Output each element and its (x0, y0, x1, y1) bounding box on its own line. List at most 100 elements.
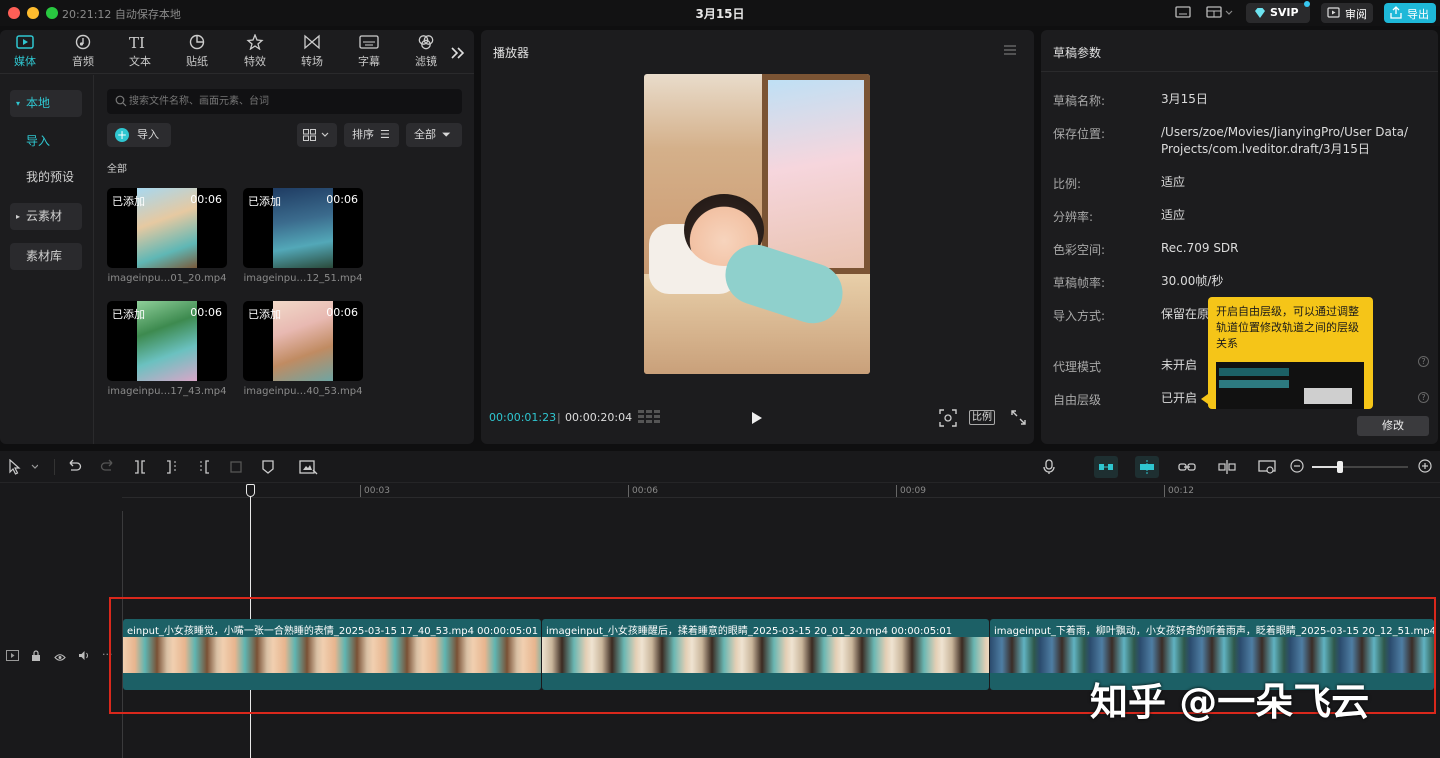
media-duration: 00:06 (326, 193, 358, 206)
review-button[interactable]: 审阅 (1321, 3, 1373, 23)
section-all-label: 全部 (107, 164, 127, 175)
view-toggle-button[interactable] (297, 123, 337, 147)
close-window-button[interactable] (8, 7, 20, 19)
save-location-label: 保存位置: (1053, 127, 1106, 141)
tab-effects[interactable]: 特效 (230, 34, 280, 69)
media-item[interactable]: 已添加 00:06 (243, 301, 363, 381)
undo-icon[interactable] (66, 459, 82, 479)
minimize-window-button[interactable] (27, 7, 39, 19)
time-ruler[interactable] (122, 484, 1440, 498)
tab-audio-label: 音频 (72, 55, 94, 68)
timecode-grid-icon[interactable] (638, 410, 660, 427)
preview-canvas[interactable] (644, 74, 870, 374)
tab-transition[interactable]: 转场 (287, 34, 337, 69)
caret-down-icon: ▾ (16, 99, 21, 108)
sticker-icon (189, 34, 205, 50)
zoom-out-icon[interactable] (1290, 459, 1304, 477)
zoom-slider[interactable] (1312, 461, 1408, 473)
tab-media[interactable]: 媒体 (0, 34, 50, 69)
trim-right-icon[interactable] (196, 459, 212, 479)
lock-icon[interactable] (31, 650, 41, 664)
split-icon[interactable] (132, 459, 148, 479)
auto-snap-toggle[interactable] (1135, 456, 1159, 478)
resolution-label: 分辨率: (1053, 210, 1094, 224)
sidebar-item-presets[interactable]: 我的预设 (10, 164, 82, 191)
audio-icon (75, 34, 91, 50)
marker-icon[interactable] (260, 459, 276, 479)
zoom-slider-handle[interactable] (1337, 461, 1343, 473)
help-icon[interactable]: ? (1418, 392, 1429, 403)
sidebar-item-cloud[interactable]: ▸ 云素材 (10, 203, 82, 230)
sort-label: 排序 (352, 128, 374, 141)
draft-name-value: 3月15日 (1161, 92, 1208, 106)
image-edit-icon[interactable] (298, 459, 318, 479)
svip-label: SVIP (1270, 6, 1299, 19)
tab-sticker[interactable]: 贴纸 (172, 34, 222, 69)
sidebar-item-library[interactable]: 素材库 (10, 243, 82, 270)
player-panel: 播放器 00:00:01:23 | 00:00:20:04 比例 (481, 30, 1034, 444)
main-track-magnet-toggle[interactable] (1094, 456, 1118, 478)
sidebar-item-import-label: 导入 (26, 134, 51, 148)
media-item[interactable]: 已添加 00:06 (107, 188, 227, 268)
preview-window (762, 74, 870, 274)
media-thumbnail (137, 188, 197, 268)
divider (54, 459, 55, 475)
media-item[interactable]: 已添加 00:06 (107, 301, 227, 381)
menu-icon[interactable] (1003, 44, 1017, 59)
tab-audio[interactable]: 音频 (58, 34, 108, 69)
tool-tabs: 媒体 音频 TI 文本 贴纸 特效 转场 字幕 滤镜 (0, 30, 474, 74)
added-badge: 已添加 (248, 308, 281, 321)
tooltip-card (1304, 388, 1352, 404)
playhead-handle[interactable] (246, 484, 255, 497)
media-duration: 00:06 (190, 306, 222, 319)
help-icon[interactable]: ? (1418, 356, 1429, 367)
keyboard-icon[interactable] (1174, 4, 1192, 23)
media-thumbnail (273, 188, 333, 268)
search-input[interactable] (129, 93, 449, 110)
import-mode-value: 保留在原 (1161, 307, 1210, 321)
sidebar-item-import[interactable]: 导入 (10, 128, 82, 155)
speaker-icon[interactable] (78, 650, 90, 664)
resolution-value: 适应 (1161, 208, 1186, 222)
search-box[interactable] (107, 89, 462, 114)
delete-icon[interactable] (228, 459, 244, 479)
trim-left-icon[interactable] (164, 459, 180, 479)
grid-view-icon (303, 129, 329, 141)
maximize-window-button[interactable] (46, 7, 58, 19)
sidebar-item-local[interactable]: ▾ 本地 (10, 90, 82, 117)
export-button[interactable]: 导出 (1384, 3, 1436, 23)
import-button[interactable]: + 导入 (107, 123, 171, 147)
tooltip-track (1219, 380, 1289, 388)
track-cover-icon[interactable] (6, 650, 19, 664)
proxy-mode-label: 代理模式 (1053, 360, 1102, 374)
microphone-icon[interactable] (1042, 459, 1056, 479)
thumbnail-icon[interactable] (1258, 459, 1276, 479)
link-icon[interactable] (1178, 459, 1196, 479)
sort-button[interactable]: 排序 ☰ (344, 123, 399, 147)
media-filename: imageinpu…17_43.mp4 (107, 386, 227, 397)
select-cursor-icon[interactable] (8, 458, 39, 479)
watermark: 知乎 @一朵飞云 (1090, 680, 1370, 724)
ratio-button[interactable]: 比例 (969, 410, 995, 425)
frame-rate-value: 30.00帧/秒 (1161, 274, 1224, 288)
media-item[interactable]: 已添加 00:06 (243, 188, 363, 268)
filter-all-button[interactable]: 全部 ⏷ (406, 123, 462, 147)
modify-button[interactable]: 修改 (1357, 416, 1429, 436)
eye-icon[interactable] (54, 651, 66, 665)
zoom-in-icon[interactable] (1418, 459, 1432, 477)
more-tabs-icon[interactable] (450, 46, 466, 63)
media-sidebar: ▾ 本地 导入 我的预设 ▸ 云素材 素材库 (0, 75, 94, 444)
search-icon (115, 95, 127, 110)
sort-icon: ☰ (380, 128, 390, 141)
layout-icon[interactable] (1205, 4, 1235, 23)
play-button[interactable] (751, 411, 763, 428)
fit-view-icon[interactable] (939, 409, 957, 430)
preview-axis-icon[interactable] (1218, 459, 1236, 479)
tab-subtitle[interactable]: 字幕 (344, 34, 394, 69)
redo-icon[interactable] (100, 459, 116, 479)
tab-filter[interactable]: 滤镜 (401, 34, 451, 69)
draft-params-panel: 草稿参数 草稿名称: 3月15日 保存位置: /Users/zoe/Movies… (1041, 30, 1438, 444)
fullscreen-icon[interactable] (1011, 410, 1026, 428)
svip-button[interactable]: SVIP (1246, 1, 1310, 23)
tab-text[interactable]: TI 文本 (115, 34, 165, 69)
